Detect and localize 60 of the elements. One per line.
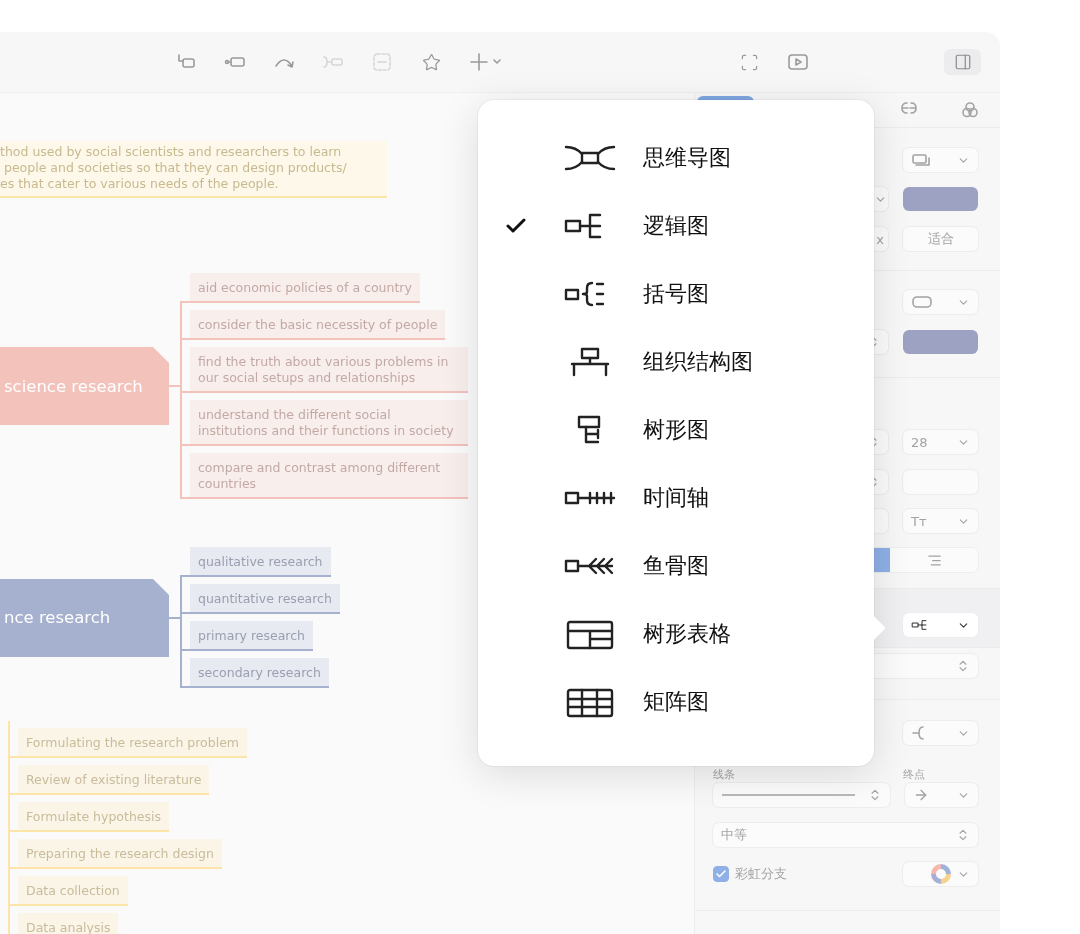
summary-icon[interactable] [371, 51, 393, 73]
structure-menu-item[interactable]: 逻辑图 [478, 192, 874, 260]
color-ring-icon [931, 864, 951, 884]
fill-color-swatch[interactable] [903, 187, 978, 211]
subtopic-node[interactable]: primary research [190, 621, 313, 651]
add-dropdown-icon[interactable] [469, 51, 503, 73]
subtopic-node[interactable]: compare and contrast among different countries [190, 453, 468, 499]
panel-toggle-button[interactable] [944, 49, 981, 75]
note-text: thod used by social scientists and researchers to learn people and societies so that they can design products/ es that cater to various needs of the people. [0, 141, 387, 198]
rainbow-label: 彩虹分支 [735, 865, 788, 883]
subtopic-node[interactable]: Review of existing literature [18, 765, 210, 795]
structure-menu-item[interactable]: 思维导图 [478, 124, 874, 192]
topic-node[interactable]: nce research [0, 578, 169, 657]
subtopic-node[interactable]: quantitative research [190, 584, 340, 614]
border-color-swatch[interactable] [903, 330, 978, 354]
style-dropdown[interactable] [903, 148, 978, 172]
three-circles-icon [960, 101, 979, 119]
structure-menu-item[interactable]: 矩阵图 [478, 668, 874, 736]
subtopic-node[interactable]: secondary research [190, 658, 329, 688]
line-label: 线条 [713, 767, 736, 781]
subtopic-node[interactable]: understand the different social institutions and their functions in society [190, 400, 468, 446]
shape-dropdown[interactable] [903, 290, 978, 314]
subtopic-node[interactable]: Data collection [18, 876, 128, 906]
line-style-stepper[interactable] [713, 783, 890, 807]
subtopic-node[interactable]: Formulating the research problem [18, 728, 247, 758]
font-size-dropdown[interactable]: 28 [903, 430, 978, 454]
rainbow-checkbox[interactable] [713, 866, 729, 882]
subtopic-node[interactable]: consider the basic necessity of people [190, 310, 446, 340]
structure-menu-item[interactable]: 括号图 [478, 260, 874, 328]
structure-menu-item[interactable]: 组织结构图 [478, 328, 874, 396]
subtopic-node[interactable]: qualitative research [190, 547, 331, 577]
connector-dropdown[interactable] [903, 721, 978, 745]
structure-dropdown[interactable] [903, 613, 978, 637]
fit-button[interactable]: 适合 [903, 227, 978, 251]
palette-dropdown[interactable] [903, 862, 978, 886]
topic-node[interactable]: science research [0, 347, 169, 425]
arrow-icon [913, 787, 929, 803]
thickness-select[interactable]: 中等 [713, 823, 978, 847]
rounded-rect-icon [911, 295, 933, 309]
align-right-icon [926, 552, 942, 568]
structure-menu-item[interactable]: 鱼骨图 [478, 532, 874, 600]
line-end-dropdown[interactable] [905, 783, 978, 807]
align-button[interactable] [890, 548, 978, 572]
style-icon [911, 153, 931, 167]
end-label: 终点 [903, 767, 926, 781]
subtopic-node[interactable]: aid economic policies of a country [190, 273, 420, 303]
subtopic-node[interactable]: find the truth about various problems in our social setups and relationships [190, 347, 468, 393]
check-icon [715, 868, 727, 880]
structure-menu-item[interactable]: 树形图 [478, 396, 874, 464]
star-icon[interactable] [420, 51, 442, 73]
sidebar-icon [953, 53, 972, 71]
text-case-dropdown[interactable]: Tт [903, 509, 978, 533]
unit-text: x [876, 231, 884, 247]
subtopic-node[interactable]: Data analysis [18, 913, 119, 934]
structure-menu-item[interactable]: 时间轴 [478, 464, 874, 532]
play-icon[interactable] [787, 51, 809, 73]
subtopic-node[interactable]: Formulate hypothesis [18, 802, 170, 832]
line-icon [721, 793, 856, 797]
structure-menu-item[interactable]: 树形表格 [478, 600, 874, 668]
subtopic-node[interactable]: Preparing the research design [18, 839, 222, 869]
